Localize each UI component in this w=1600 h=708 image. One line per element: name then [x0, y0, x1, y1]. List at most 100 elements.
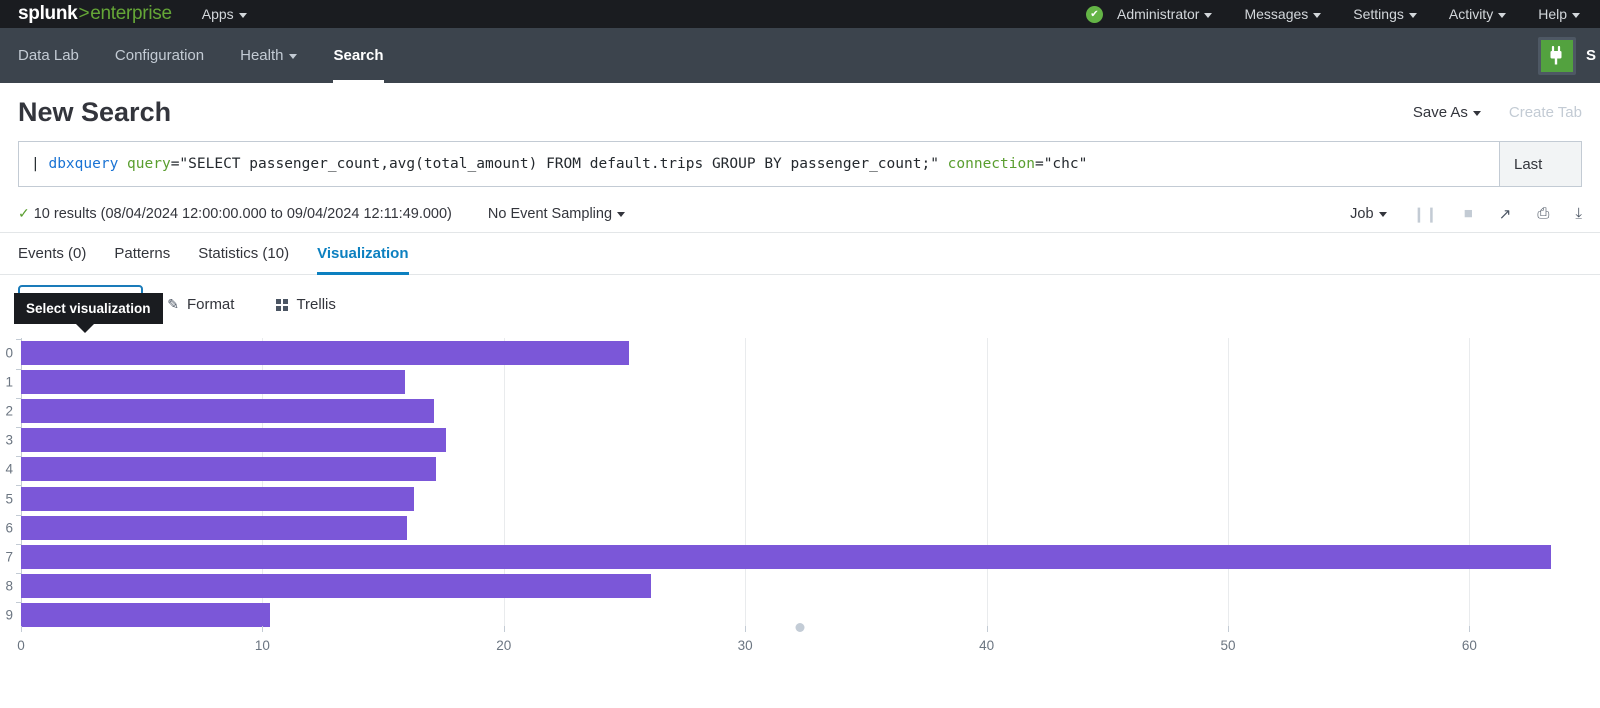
chart-bar[interactable]	[21, 487, 414, 511]
search-command: dbxquery	[48, 156, 118, 172]
y-axis-tick	[16, 369, 21, 370]
apps-menu[interactable]: Apps	[202, 6, 247, 22]
app-navigation-bar: Data Lab Configuration Health Search S	[0, 28, 1600, 83]
pencil-icon: ✎	[167, 296, 179, 313]
y-axis-tick	[16, 456, 21, 457]
chart-bar[interactable]	[21, 370, 405, 394]
power-plug-icon[interactable]	[1538, 37, 1576, 75]
x-axis-tick	[504, 626, 505, 632]
nav-item-configuration[interactable]: Configuration	[97, 28, 222, 83]
administrator-menu-label: Administrator	[1117, 6, 1199, 22]
tab-label: Visualization	[317, 245, 408, 262]
chart-bar[interactable]	[21, 457, 436, 481]
chart-bar[interactable]	[21, 428, 446, 452]
search-arg-query-value: ="SELECT passenger_count,avg(total_amoun…	[171, 156, 939, 172]
format-button[interactable]: ✎ Format	[149, 287, 252, 322]
y-axis-tick-label: 4	[5, 462, 13, 477]
tab-patterns[interactable]: Patterns	[100, 233, 184, 274]
settings-menu[interactable]: Settings	[1353, 6, 1417, 22]
chart-plot-area[interactable]: 0123456789	[21, 338, 1578, 630]
app-nav-items: Data Lab Configuration Health Search	[0, 28, 402, 83]
chevron-down-icon	[617, 212, 625, 217]
nav-item-data-lab[interactable]: Data Lab	[0, 28, 97, 83]
job-menu-button[interactable]: Job	[1350, 206, 1386, 222]
y-axis-tick	[16, 398, 21, 399]
stop-icon[interactable]: ■	[1464, 205, 1473, 222]
legend-indicator-dot[interactable]	[796, 623, 805, 632]
help-menu-label: Help	[1538, 6, 1567, 22]
event-sampling-dropdown[interactable]: No Event Sampling	[488, 206, 625, 222]
tab-label: Events (0)	[18, 245, 86, 262]
create-table-button[interactable]: Create Tab	[1509, 104, 1582, 121]
results-bar: ✓ 10 results (08/04/2024 12:00:00.000 to…	[0, 195, 1600, 233]
select-visualization-tooltip: Select visualization	[14, 293, 163, 324]
chart-bar[interactable]	[21, 399, 434, 423]
search-pipe: |	[31, 156, 40, 172]
tab-statistics[interactable]: Statistics (10)	[184, 233, 303, 274]
trellis-label: Trellis	[296, 296, 335, 313]
y-axis-tick	[16, 515, 21, 516]
share-icon[interactable]: ↗	[1499, 205, 1512, 223]
bar-chart: 0123456789 0102030405060	[0, 338, 1600, 638]
y-axis-tick	[16, 427, 21, 428]
brand-name: splunk	[18, 3, 77, 25]
chart-bar[interactable]	[21, 545, 1551, 569]
chart-gridline	[1228, 338, 1229, 630]
chevron-down-icon	[1313, 13, 1321, 18]
chevron-down-icon	[1498, 13, 1506, 18]
x-axis-tick-label: 10	[255, 638, 270, 653]
y-axis-tick	[16, 544, 21, 545]
tab-events[interactable]: Events (0)	[18, 233, 100, 274]
nav-item-health[interactable]: Health	[222, 28, 315, 83]
chevron-down-icon	[1572, 13, 1580, 18]
app-nav-right: S	[1538, 28, 1600, 83]
nav-item-label: Configuration	[115, 47, 204, 64]
job-menu-label: Job	[1350, 206, 1373, 222]
nav-item-label: Search	[333, 47, 383, 64]
x-axis-tick	[745, 626, 746, 632]
format-label: Format	[187, 296, 235, 313]
time-range-picker[interactable]: Last	[1500, 141, 1582, 187]
chevron-down-icon	[239, 13, 247, 18]
chevron-down-icon	[289, 54, 297, 59]
chart-bar[interactable]	[21, 574, 651, 598]
chart-bar[interactable]	[21, 341, 629, 365]
chart-gridline	[1469, 338, 1470, 630]
activity-menu[interactable]: Activity	[1449, 6, 1506, 22]
nav-item-search[interactable]: Search	[315, 28, 401, 83]
messages-menu[interactable]: Messages	[1244, 6, 1321, 22]
create-table-label: Create Tab	[1509, 104, 1582, 121]
x-axis-tick-label: 60	[1462, 638, 1477, 653]
export-icon[interactable]: ⤓	[1575, 205, 1582, 222]
chart-bar[interactable]	[21, 603, 270, 627]
trellis-button[interactable]: Trellis	[258, 287, 353, 322]
tab-visualization[interactable]: Visualization	[303, 233, 422, 274]
save-as-button[interactable]: Save As	[1413, 104, 1481, 121]
search-input[interactable]: | dbxquery query="SELECT passenger_count…	[18, 141, 1500, 187]
y-axis-tick	[16, 339, 21, 340]
pause-icon[interactable]: ❙❙	[1413, 205, 1438, 223]
chevron-down-icon	[1473, 111, 1481, 116]
y-axis-tick-label: 5	[5, 491, 13, 506]
y-axis-tick-label: 9	[5, 608, 13, 623]
visualization-toolbar: Select visualization Bar Chart ✎ Format …	[0, 275, 1600, 324]
page-header: New Search Save As Create Tab	[0, 83, 1600, 141]
x-axis-tick-label: 40	[979, 638, 994, 653]
help-menu[interactable]: Help	[1538, 6, 1580, 22]
top-navigation-bar: splunk>enterprise Apps ✔ Administrator M…	[0, 0, 1600, 28]
chevron-down-icon	[1409, 13, 1417, 18]
check-circle-icon[interactable]: ✔	[1086, 6, 1103, 23]
chart-gridline	[987, 338, 988, 630]
administrator-menu[interactable]: Administrator	[1117, 6, 1212, 22]
print-icon[interactable]: ⎙	[1537, 205, 1549, 222]
time-range-label: Last	[1514, 156, 1542, 173]
chart-gridline	[745, 338, 746, 630]
search-arg-connection-value: ="chc"	[1035, 156, 1087, 172]
settings-menu-label: Settings	[1353, 6, 1404, 22]
chart-bar[interactable]	[21, 516, 407, 540]
x-axis-tick	[21, 626, 22, 632]
y-axis-tick-label: 2	[5, 404, 13, 419]
page-title: New Search	[18, 97, 171, 128]
search-arg-connection-key: connection	[948, 156, 1035, 172]
splunk-logo[interactable]: splunk>enterprise	[18, 3, 172, 25]
